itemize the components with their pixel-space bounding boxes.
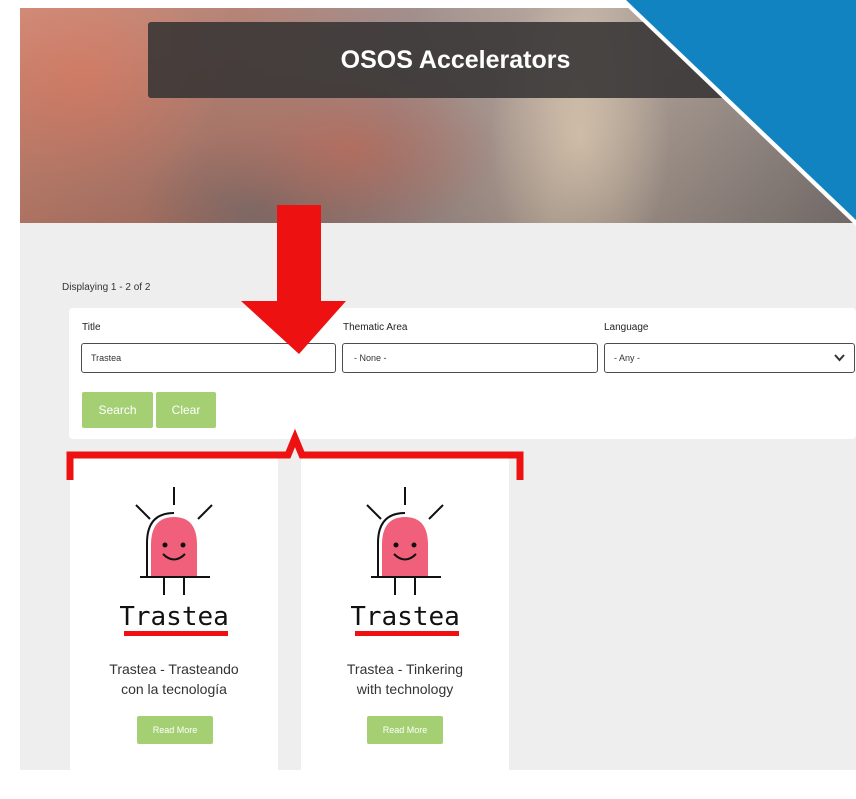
card-title[interactable]: Trastea - Tinkering with technology bbox=[301, 659, 509, 699]
title-input[interactable]: Trastea bbox=[81, 343, 336, 373]
filter-panel: Title Trastea Thematic Area - None - Lan… bbox=[69, 308, 856, 439]
language-select-value: - Any - bbox=[614, 353, 641, 363]
thematic-area-select[interactable]: - None - bbox=[342, 343, 598, 373]
logo-wordmark: Trastea bbox=[351, 602, 459, 632]
title-label: Title bbox=[82, 322, 101, 333]
card-title-line: with technology bbox=[356, 681, 454, 697]
card-title-line: Trastea - Trasteando bbox=[109, 661, 239, 677]
clear-button[interactable]: Clear bbox=[156, 392, 216, 428]
trastea-logo: Trastea bbox=[120, 487, 228, 636]
results-count: Displaying 1 - 2 of 2 bbox=[62, 282, 151, 293]
result-card: Trastea Trastea - Tinkering with technol… bbox=[301, 457, 509, 779]
result-card: Trastea Trastea - Trasteando con la tecn… bbox=[70, 457, 278, 779]
thematic-area-label: Thematic Area bbox=[343, 322, 408, 333]
card-title-line: Trastea - Tinkering bbox=[346, 661, 464, 677]
read-more-button[interactable]: Read More bbox=[367, 716, 443, 744]
search-button[interactable]: Search bbox=[82, 392, 153, 428]
trastea-logo: Trastea bbox=[351, 487, 459, 636]
chevron-down-icon[interactable] bbox=[833, 352, 846, 364]
card-title[interactable]: Trastea - Trasteando con la tecnología bbox=[70, 659, 278, 699]
card-title-line: con la tecnología bbox=[121, 681, 227, 697]
page-title: OSOS Accelerators bbox=[340, 45, 571, 74]
logo-wordmark: Trastea bbox=[120, 602, 228, 632]
language-label: Language bbox=[604, 322, 649, 333]
title-bar: OSOS Accelerators bbox=[148, 22, 763, 98]
language-select[interactable]: - Any - bbox=[604, 343, 855, 373]
read-more-button[interactable]: Read More bbox=[137, 716, 213, 744]
